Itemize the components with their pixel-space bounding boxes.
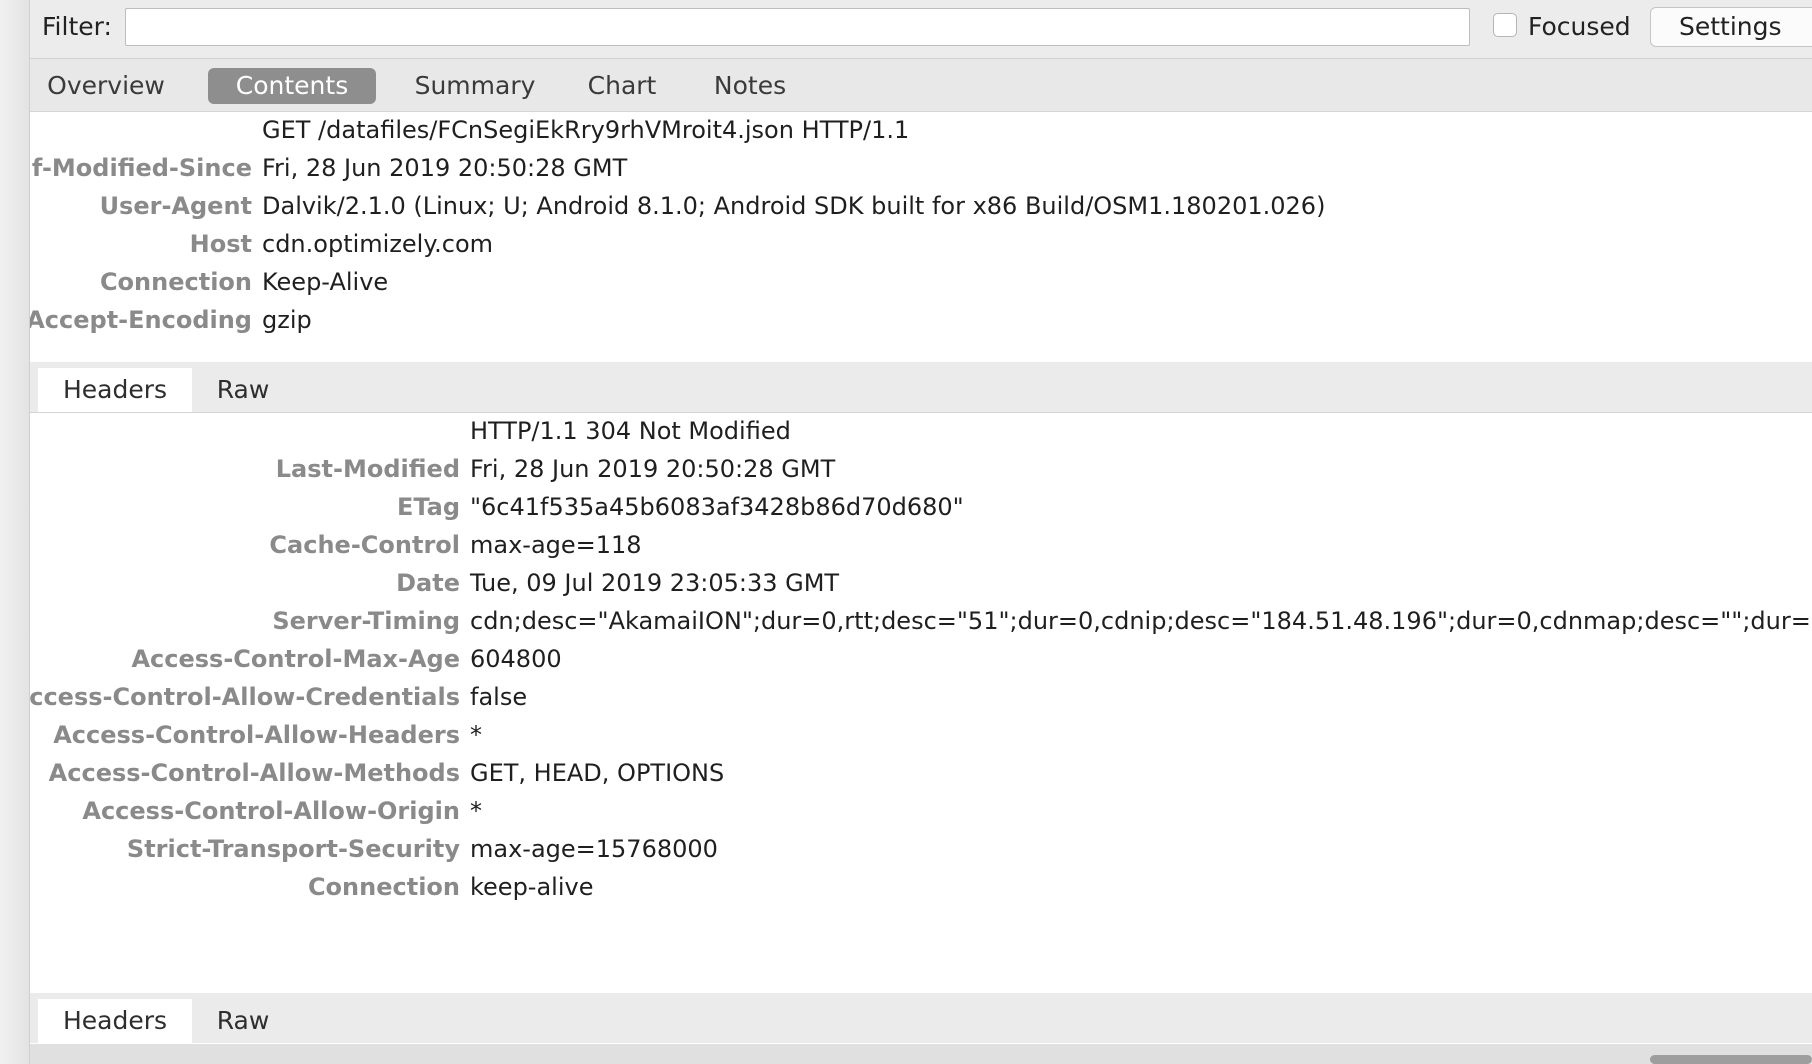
filter-label: Filter: bbox=[42, 12, 112, 41]
app-window: Filter: Focused Settings Overview Conten… bbox=[30, 0, 1812, 1064]
focused-checkbox[interactable] bbox=[1493, 13, 1517, 37]
request-header-name: Accept-Encoding bbox=[30, 306, 252, 334]
request-header-name: If-Modified-Since bbox=[30, 154, 252, 182]
response-header-value: * bbox=[470, 721, 482, 749]
response-header-name: Access-Control-Max-Age bbox=[131, 645, 460, 673]
response-header-value: cdn;desc="AkamaiION";dur=0,rtt;desc="51"… bbox=[470, 607, 1812, 635]
response-header-name: Server-Timing bbox=[272, 607, 460, 635]
response-header-value: * bbox=[470, 797, 482, 825]
response-header-name: Last-Modified bbox=[275, 455, 460, 483]
response-header-name: Access-Control-Allow-Methods bbox=[48, 759, 460, 787]
focused-label: Focused bbox=[1528, 12, 1631, 41]
response-header-row: Access-Control-Allow-Methods GET, HEAD, … bbox=[30, 759, 1812, 795]
response-header-name: Access-Control-Allow-Origin bbox=[82, 797, 460, 825]
response-header-name: Connection bbox=[307, 873, 460, 901]
request-header-name: Connection bbox=[99, 268, 252, 296]
tab-chart[interactable]: Chart bbox=[576, 68, 668, 104]
response-headers-panel: HTTP/1.1 304 Not Modified Last-Modified … bbox=[30, 413, 1812, 993]
response-header-row: ETag "6c41f535a45b6083af3428b86d70d680" bbox=[30, 493, 1812, 529]
response-header-value: max-age=118 bbox=[470, 531, 642, 559]
response-tab-raw[interactable]: Raw bbox=[202, 999, 284, 1043]
response-header-name: Cache-Control bbox=[269, 531, 460, 559]
main-tab-bar: Overview Contents Summary Chart Notes bbox=[30, 59, 1812, 112]
request-header-value: cdn.optimizely.com bbox=[262, 230, 494, 258]
request-header-row: Accept-Encoding gzip bbox=[30, 306, 1812, 342]
response-header-row: Access-Control-Allow-Origin * bbox=[30, 797, 1812, 833]
response-header-value: max-age=15768000 bbox=[470, 835, 718, 863]
request-line-row: GET /datafiles/FCnSegiEkRry9rhVMroit4.js… bbox=[30, 116, 1812, 152]
response-header-row: Last-Modified Fri, 28 Jun 2019 20:50:28 … bbox=[30, 455, 1812, 491]
request-tab-raw[interactable]: Raw bbox=[202, 368, 284, 412]
response-header-name: Strict-Transport-Security bbox=[126, 835, 460, 863]
request-header-name: Host bbox=[189, 230, 252, 258]
horizontal-scrollbar[interactable] bbox=[30, 1044, 1812, 1064]
response-header-name: Date bbox=[396, 569, 460, 597]
response-header-row: Server-Timing cdn;desc="AkamaiION";dur=0… bbox=[30, 607, 1812, 643]
tab-contents[interactable]: Contents bbox=[208, 68, 376, 104]
response-header-row: Strict-Transport-Security max-age=157680… bbox=[30, 835, 1812, 871]
response-header-row: Date Tue, 09 Jul 2019 23:05:33 GMT bbox=[30, 569, 1812, 605]
request-tab-headers[interactable]: Headers bbox=[38, 368, 192, 412]
response-header-value: Tue, 09 Jul 2019 23:05:33 GMT bbox=[470, 569, 840, 597]
response-header-value: Fri, 28 Jun 2019 20:50:28 GMT bbox=[470, 455, 836, 483]
response-header-value: 604800 bbox=[470, 645, 562, 673]
response-header-row: Connection keep-alive bbox=[30, 873, 1812, 909]
status-line: HTTP/1.1 304 Not Modified bbox=[470, 417, 791, 445]
request-headers-panel: GET /datafiles/FCnSegiEkRry9rhVMroit4.js… bbox=[30, 112, 1812, 362]
status-line-row: HTTP/1.1 304 Not Modified bbox=[30, 417, 1812, 453]
response-header-name: Access-Control-Allow-Headers bbox=[53, 721, 460, 749]
request-header-row: Connection Keep-Alive bbox=[30, 268, 1812, 304]
filter-bar: Filter: Focused Settings bbox=[30, 0, 1812, 59]
tab-summary[interactable]: Summary bbox=[402, 68, 548, 104]
response-header-value: GET, HEAD, OPTIONS bbox=[470, 759, 725, 787]
response-header-name: Access-Control-Allow-Credentials bbox=[30, 683, 460, 711]
request-header-value: Fri, 28 Jun 2019 20:50:28 GMT bbox=[262, 154, 628, 182]
response-header-value: keep-alive bbox=[470, 873, 594, 901]
request-subtab-bar: Headers Raw bbox=[30, 362, 1812, 413]
request-header-value: Keep-Alive bbox=[262, 268, 389, 296]
request-header-name: User-Agent bbox=[99, 192, 252, 220]
request-header-value: Dalvik/2.1.0 (Linux; U; Android 8.1.0; A… bbox=[262, 192, 1326, 220]
response-tab-headers[interactable]: Headers bbox=[38, 999, 192, 1043]
request-header-value: gzip bbox=[262, 306, 312, 334]
scrollbar-thumb[interactable] bbox=[1650, 1055, 1812, 1064]
response-subtab-bar: Headers Raw bbox=[30, 993, 1812, 1043]
filter-input[interactable] bbox=[125, 8, 1470, 46]
response-header-row: Cache-Control max-age=118 bbox=[30, 531, 1812, 567]
response-header-row: Access-Control-Allow-Headers * bbox=[30, 721, 1812, 757]
response-header-value: "6c41f535a45b6083af3428b86d70d680" bbox=[470, 493, 964, 521]
settings-button[interactable]: Settings bbox=[1650, 7, 1812, 47]
request-line: GET /datafiles/FCnSegiEkRry9rhVMroit4.js… bbox=[262, 116, 910, 144]
response-header-value: false bbox=[470, 683, 528, 711]
tab-notes[interactable]: Notes bbox=[702, 68, 798, 104]
response-header-row: Access-Control-Max-Age 604800 bbox=[30, 645, 1812, 681]
request-header-row: Host cdn.optimizely.com bbox=[30, 230, 1812, 266]
request-header-row: User-Agent Dalvik/2.1.0 (Linux; U; Andro… bbox=[30, 192, 1812, 228]
response-header-row: Access-Control-Allow-Credentials false bbox=[30, 683, 1812, 719]
response-header-name: ETag bbox=[396, 493, 460, 521]
tab-overview[interactable]: Overview bbox=[44, 68, 168, 104]
window-left-edge bbox=[0, 0, 30, 1064]
request-header-row: If-Modified-Since Fri, 28 Jun 2019 20:50… bbox=[30, 154, 1812, 190]
